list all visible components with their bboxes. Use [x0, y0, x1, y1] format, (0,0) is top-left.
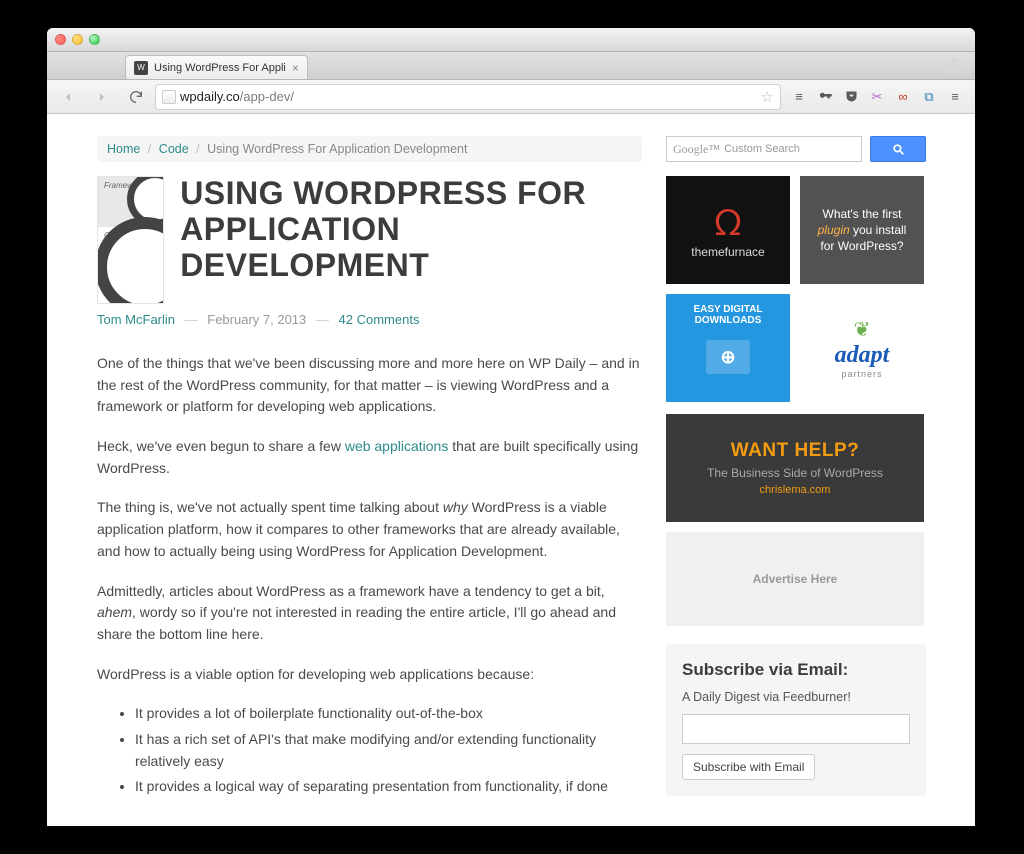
- ad-placeholder[interactable]: Advertise Here: [666, 532, 924, 626]
- ad-subtext: The Business Side of WordPress: [707, 466, 883, 480]
- breadcrumb: Home / Code / Using WordPress For Applic…: [97, 136, 642, 162]
- tab-favicon: W: [134, 61, 148, 75]
- subscribe-email-input[interactable]: [682, 714, 910, 744]
- ad-want-help[interactable]: WANT HELP? The Business Side of WordPres…: [666, 414, 924, 522]
- window-maximize-button[interactable]: [89, 34, 100, 45]
- subscribe-box: Subscribe via Email: A Daily Digest via …: [666, 644, 926, 796]
- google-brand-label: Google™: [673, 142, 720, 157]
- page-icon: [162, 90, 176, 104]
- search-button[interactable]: [870, 136, 926, 162]
- paragraph: Heck, we've even begun to share a few we…: [97, 436, 642, 479]
- flame-icon: ᘯ: [714, 202, 741, 245]
- paragraph: One of the things that we've been discus…: [97, 353, 642, 418]
- buffer-extension-icon[interactable]: ≡: [791, 89, 807, 105]
- ad-text: What's the first plugin you install for …: [810, 206, 914, 255]
- article-date: February 7, 2013: [207, 312, 306, 327]
- browser-toolbar: wpdaily.co/app-dev/ ☆ ≡ ✂ ∞ ⧉ ≡: [47, 80, 975, 114]
- page-viewport: Home / Code / Using WordPress For Applic…: [47, 114, 975, 826]
- forward-button[interactable]: [87, 84, 117, 110]
- subscribe-blurb: A Daily Digest via Feedburner!: [682, 690, 910, 704]
- download-box-icon: ⊕: [706, 340, 750, 374]
- ad-easy-digital-downloads[interactable]: EASY DIGITAL DOWNLOADS ⊕: [666, 294, 790, 402]
- comments-link[interactable]: 42 Comments: [339, 312, 420, 327]
- bullet-list: It provides a lot of boilerplate functio…: [135, 703, 642, 798]
- window-titlebar: [47, 28, 975, 52]
- wordpress-logo-icon: [97, 217, 164, 304]
- browser-window: W Using WordPress For Appli × wpdaily.co…: [47, 28, 975, 826]
- url-text: wpdaily.co/app-dev/: [180, 89, 757, 104]
- ad-first-plugin[interactable]: What's the first plugin you install for …: [800, 176, 924, 284]
- paragraph: WordPress is a viable option for develop…: [97, 664, 642, 686]
- bookmark-star-icon[interactable]: ☆: [761, 88, 774, 106]
- traffic-lights: [55, 34, 100, 45]
- menu-icon[interactable]: ≡: [947, 89, 963, 105]
- breadcrumb-sep: /: [192, 142, 203, 156]
- article-thumbnail: Framework Core: [97, 176, 164, 304]
- breadcrumb-home[interactable]: Home: [107, 142, 140, 156]
- body-link[interactable]: web applications: [345, 438, 449, 454]
- ad-subtext: partners: [841, 369, 882, 379]
- list-item: It provides a lot of boilerplate functio…: [135, 703, 642, 725]
- ad-label: themefurnace: [691, 245, 764, 259]
- search-input[interactable]: Google™ Custom Search: [666, 136, 862, 162]
- browser-tab[interactable]: W Using WordPress For Appli ×: [125, 55, 308, 79]
- breadcrumb-sep: /: [144, 142, 155, 156]
- paragraph: The thing is, we've not actually spent t…: [97, 497, 642, 562]
- list-item: It has a rich set of API's that make mod…: [135, 729, 642, 772]
- back-button[interactable]: [53, 84, 83, 110]
- ad-label: EASY DIGITAL DOWNLOADS: [672, 304, 784, 326]
- scissors-extension-icon[interactable]: ✂: [869, 89, 885, 105]
- tab-strip: W Using WordPress For Appli ×: [47, 52, 975, 80]
- article-title: USING WORDPRESS FOR APPLICATION DEVELOPM…: [180, 176, 642, 304]
- ad-logo: adapt: [835, 342, 890, 369]
- ad-link: chrislema.com: [760, 484, 831, 496]
- article-byline: Tom McFarlin — February 7, 2013 — 42 Com…: [97, 312, 642, 327]
- list-item: It provides a logical way of separating …: [135, 776, 642, 798]
- profile-avatar-icon[interactable]: [943, 54, 967, 82]
- article-main: Home / Code / Using WordPress For Applic…: [97, 136, 642, 816]
- screenshot-extension-icon[interactable]: ⧉: [921, 89, 937, 105]
- extension-icons: ≡ ✂ ∞ ⧉ ≡: [785, 89, 969, 105]
- address-bar[interactable]: wpdaily.co/app-dev/ ☆: [155, 84, 781, 110]
- article-body: One of the things that we've been discus…: [97, 353, 642, 798]
- subscribe-heading: Subscribe via Email:: [682, 660, 910, 680]
- window-minimize-button[interactable]: [72, 34, 83, 45]
- tab-title: Using WordPress For Appli: [154, 62, 286, 74]
- mask-extension-icon[interactable]: ∞: [895, 89, 911, 105]
- breadcrumb-current: Using WordPress For Application Developm…: [207, 142, 467, 156]
- ad-adapt-partners[interactable]: ❦ adapt partners: [800, 294, 924, 402]
- breadcrumb-code[interactable]: Code: [159, 142, 189, 156]
- tab-close-icon[interactable]: ×: [292, 61, 299, 75]
- reload-button[interactable]: [121, 84, 151, 110]
- ad-themefurnace[interactable]: ᘯ themefurnace: [666, 176, 790, 284]
- search-placeholder: Custom Search: [724, 143, 800, 155]
- pocket-extension-icon[interactable]: [843, 89, 859, 105]
- sidebar: Google™ Custom Search ᘯ themefurnace Wha…: [666, 136, 926, 816]
- paragraph: Admittedly, articles about WordPress as …: [97, 581, 642, 646]
- placeholder-label: Advertise Here: [753, 572, 838, 586]
- ad-heading: WANT HELP?: [731, 440, 860, 462]
- key-extension-icon[interactable]: [817, 89, 833, 105]
- leaf-swirl-icon: ❦: [854, 317, 871, 342]
- subscribe-button[interactable]: Subscribe with Email: [682, 754, 815, 780]
- window-close-button[interactable]: [55, 34, 66, 45]
- author-link[interactable]: Tom McFarlin: [97, 312, 175, 327]
